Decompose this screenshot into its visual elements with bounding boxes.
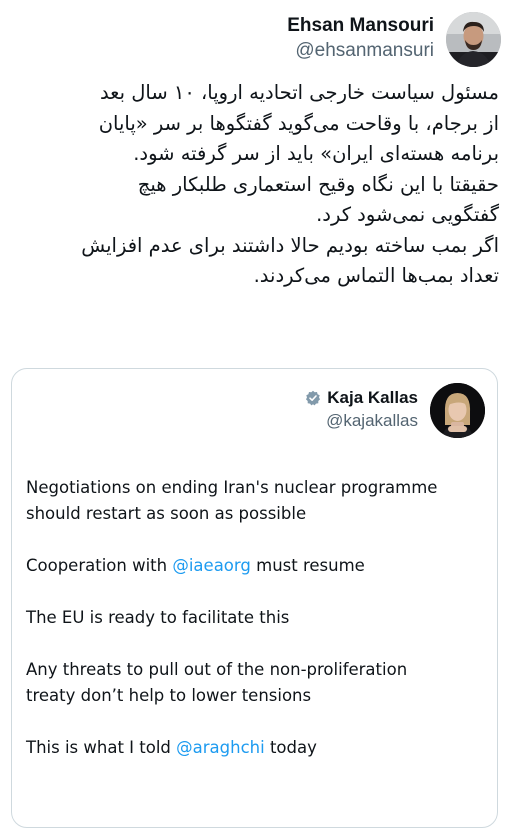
quoted-text-line: Any threats to pull out of the non-proli… <box>26 660 408 679</box>
quoted-author-handle[interactable]: @kajakallas <box>305 409 418 433</box>
quoted-text-line: treaty don’t help to lower tensions <box>26 686 312 705</box>
tweet: Ehsan Mansouri @ehsanmansuri مسئول سیاست… <box>0 0 513 828</box>
quoted-text-segment: This is what I told <box>26 738 177 757</box>
quoted-text-segment: must resume <box>250 556 365 575</box>
tweet-author[interactable]: Ehsan Mansouri @ehsanmansuri <box>287 12 501 72</box>
author-names: Ehsan Mansouri @ehsanmansuri <box>287 12 434 64</box>
quoted-text-line: Negotiations on ending Iran's nuclear pr… <box>26 478 438 497</box>
quoted-text-line: This is what I told @araghchi today <box>26 735 491 761</box>
verified-badge-icon <box>305 390 321 406</box>
quoted-text-line: The EU is ready to facilitate this <box>26 608 290 627</box>
quoted-paragraph: Any threats to pull out of the non-proli… <box>26 657 491 709</box>
quoted-tweet-card[interactable]: Kaja Kallas @kajakallas Negotiations on … <box>11 368 498 828</box>
quoted-paragraph: This is what I told @araghchi today <box>26 735 491 761</box>
quoted-author-avatar-image <box>430 383 485 438</box>
tweet-text-line: حقیقتا با این نگاه وقیح استعماری طلبکار … <box>137 172 499 196</box>
mention-araghchi-link[interactable]: @araghchi <box>176 738 265 757</box>
author-name[interactable]: Ehsan Mansouri <box>287 14 434 38</box>
mention-iaeaorg-link[interactable]: @iaeaorg <box>172 556 251 575</box>
tweet-text-line: از برجام، با وقاحت می‌گوید گفتگوها بر سر… <box>98 111 499 135</box>
quoted-paragraph: The EU is ready to facilitate this <box>26 605 491 631</box>
quoted-paragraph: Negotiations on ending Iran's nuclear pr… <box>26 475 491 527</box>
quoted-author-names: Kaja Kallas @kajakallas <box>305 383 418 433</box>
quoted-author-name-row: Kaja Kallas <box>305 387 418 409</box>
quoted-text-segment: today <box>264 738 317 757</box>
quoted-text-line: Cooperation with @iaeaorg must resume <box>26 553 491 579</box>
quoted-tweet-text: Negotiations on ending Iran's nuclear pr… <box>26 475 491 787</box>
tweet-text-line: اگر بمب ساخته بودیم حالا داشتند برای عدم… <box>81 233 499 257</box>
quoted-author-name[interactable]: Kaja Kallas <box>327 387 418 409</box>
tweet-text-line: گفتگویی نمی‌شود کرد. <box>316 203 499 226</box>
tweet-text-line: برنامه هسته‌ای ایران» باید از سر گرفته ش… <box>133 142 499 165</box>
tweet-text: مسئول سیاست خارجی اتحادیه اروپا، ۱۰ سال … <box>9 78 499 292</box>
author-avatar[interactable] <box>446 12 501 67</box>
quoted-text-line: should restart as soon as possible <box>26 504 307 523</box>
quoted-author-avatar[interactable] <box>430 383 485 438</box>
author-avatar-image <box>446 12 501 67</box>
tweet-text-line: مسئول سیاست خارجی اتحادیه اروپا، ۱۰ سال … <box>99 81 499 104</box>
quoted-paragraph: Cooperation with @iaeaorg must resume <box>26 553 491 579</box>
quoted-text-segment: Cooperation with <box>26 556 173 575</box>
tweet-text-line: تعداد بمب‌ها التماس می‌کردند. <box>253 264 499 287</box>
quoted-tweet-author[interactable]: Kaja Kallas @kajakallas <box>305 383 485 438</box>
author-handle[interactable]: @ehsanmansuri <box>287 38 434 64</box>
